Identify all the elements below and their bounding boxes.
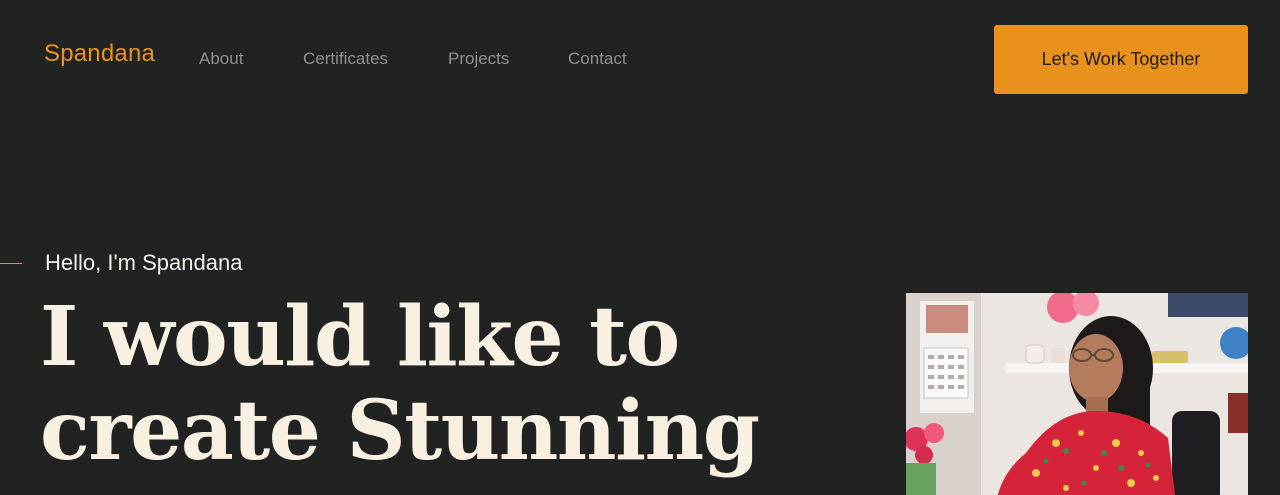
intro-text: Hello, I'm Spandana — [45, 250, 243, 275]
profile-photo — [906, 293, 1248, 495]
intro-accent-line — [0, 263, 22, 264]
work-together-button[interactable]: Let's Work Together — [994, 25, 1248, 94]
nav-link-projects[interactable]: Projects — [448, 49, 509, 69]
profile-photo-illustration — [906, 293, 1248, 495]
nav-link-contact[interactable]: Contact — [568, 49, 627, 69]
hero-headline: I would like to create Stunning — [40, 289, 760, 479]
nav-link-certificates[interactable]: Certificates — [303, 49, 388, 69]
nav-link-about[interactable]: About — [199, 49, 243, 69]
logo[interactable]: Spandana — [44, 40, 155, 68]
